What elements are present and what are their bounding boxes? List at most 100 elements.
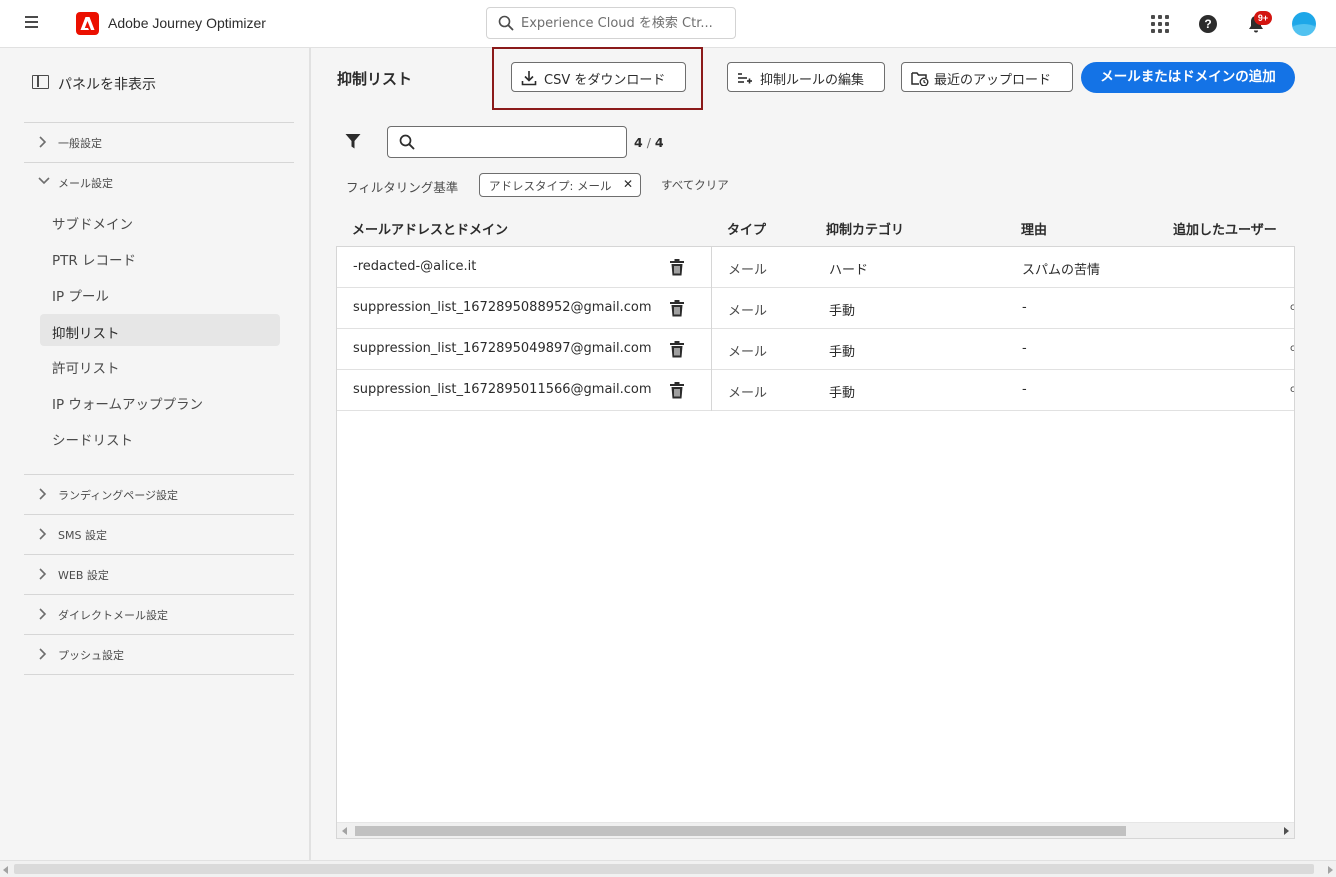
sidebar-item-ip-pool[interactable]: IP プール bbox=[40, 277, 280, 309]
email-cell: suppression_list_1672895088952@gmail.com bbox=[353, 300, 652, 315]
category-cell: ハード bbox=[829, 263, 869, 278]
filter-chip-address-type: アドレスタイプ: メール ✕ bbox=[479, 173, 641, 197]
page-horizontal-scrollbar[interactable] bbox=[0, 860, 1336, 877]
sidebar-item-ptr-record[interactable]: PTR レコード bbox=[40, 241, 280, 273]
filter-by-label: フィルタリング基準 bbox=[346, 180, 459, 195]
table-search[interactable] bbox=[387, 126, 627, 158]
add-email-or-domain-button[interactable]: メールまたはドメインの追加 bbox=[1081, 62, 1295, 93]
global-search-input[interactable] bbox=[521, 13, 726, 33]
sidebar-group-direct-mail[interactable]: ダイレクトメール設定 bbox=[24, 594, 294, 634]
edit-rules-button[interactable]: 抑制ルールの編集 bbox=[727, 62, 885, 92]
rules-icon bbox=[738, 73, 752, 84]
sidebar-group-label: WEB 設定 bbox=[58, 569, 109, 582]
divider bbox=[711, 288, 712, 329]
filter-chip-label: アドレスタイプ: メール bbox=[489, 179, 612, 193]
divider bbox=[711, 370, 712, 411]
chevron-right-icon bbox=[39, 648, 47, 660]
search-icon bbox=[399, 134, 415, 150]
global-search[interactable] bbox=[486, 7, 736, 39]
column-header-added-by[interactable]: 追加したユーザー bbox=[1173, 219, 1277, 238]
chevron-right-icon bbox=[39, 488, 47, 500]
reason-cell: - bbox=[1022, 300, 1027, 315]
reason-cell: - bbox=[1022, 382, 1027, 397]
hamburger-menu-icon[interactable] bbox=[25, 16, 39, 30]
table-row[interactable]: suppression_list_1672895088952@gmail.com… bbox=[337, 288, 1294, 329]
divider bbox=[24, 674, 294, 675]
divider bbox=[711, 329, 712, 370]
download-csv-button[interactable]: CSV をダウンロード bbox=[511, 62, 686, 92]
table-row[interactable]: -redacted-@alice.it メール ハード スパムの苦情 bbox=[337, 247, 1294, 288]
sidebar-group-email[interactable]: メール設定 bbox=[24, 162, 294, 202]
page-title: 抑制リスト bbox=[337, 70, 413, 88]
column-header-type[interactable]: タイプ bbox=[727, 219, 766, 238]
reason-cell: - bbox=[1022, 341, 1027, 356]
count-separator: / bbox=[646, 135, 651, 150]
scroll-left-arrow-icon[interactable] bbox=[3, 866, 8, 874]
app-title[interactable]: Adobe Journey Optimizer bbox=[108, 15, 266, 31]
category-cell: 手動 bbox=[829, 386, 856, 401]
column-header-email[interactable]: メールアドレスとドメイン bbox=[352, 219, 508, 238]
table-row[interactable]: suppression_list_1672895011566@gmail.com… bbox=[337, 370, 1294, 411]
chevron-right-icon bbox=[39, 568, 47, 580]
table-search-input[interactable] bbox=[422, 132, 618, 152]
sidebar-item-allow-list[interactable]: 許可リスト bbox=[40, 349, 280, 381]
suppression-table: -redacted-@alice.it メール ハード スパムの苦情 suppr… bbox=[336, 246, 1295, 839]
sidebar-group-sms[interactable]: SMS 設定 bbox=[24, 514, 294, 554]
sidebar-group-label: ランディングページ設定 bbox=[58, 489, 179, 502]
apps-grid-icon[interactable] bbox=[1151, 15, 1169, 33]
download-csv-label: CSV をダウンロード bbox=[544, 73, 666, 88]
sidebar-item-ip-warmup[interactable]: IP ウォームアッププラン bbox=[40, 385, 280, 417]
overflow-glyph: c bbox=[1290, 384, 1295, 395]
trash-icon[interactable] bbox=[669, 300, 685, 317]
result-count: 4 / 4 bbox=[634, 135, 664, 150]
close-icon[interactable]: ✕ bbox=[623, 177, 633, 191]
recent-uploads-label: 最近のアップロード bbox=[934, 73, 1052, 88]
recent-uploads-button[interactable]: 最近のアップロード bbox=[901, 62, 1073, 92]
chevron-right-icon bbox=[39, 528, 47, 540]
column-header-category[interactable]: 抑制カテゴリ bbox=[826, 219, 904, 238]
sidebar-item-seed-list[interactable]: シードリスト bbox=[40, 421, 280, 453]
adobe-logo-icon[interactable] bbox=[76, 12, 99, 35]
overflow-glyph: c bbox=[1290, 302, 1295, 313]
sidebar-item-label: IP ウォームアッププラン bbox=[52, 397, 204, 413]
type-cell: メール bbox=[728, 304, 768, 319]
search-icon bbox=[498, 15, 514, 31]
scroll-left-arrow-icon[interactable] bbox=[342, 827, 347, 835]
hide-panel-label: パネルを非表示 bbox=[58, 77, 156, 93]
scrollbar-thumb[interactable] bbox=[14, 864, 1314, 874]
sidebar-group-label: プッシュ設定 bbox=[58, 649, 124, 662]
filter-icon[interactable] bbox=[345, 133, 361, 150]
table-row[interactable]: suppression_list_1672895049897@gmail.com… bbox=[337, 329, 1294, 370]
sidebar-item-label: サブドメイン bbox=[52, 217, 133, 233]
panel-icon bbox=[32, 75, 49, 89]
sidebar-item-subdomain[interactable]: サブドメイン bbox=[40, 205, 280, 237]
sidebar-group-landing-page[interactable]: ランディングページ設定 bbox=[24, 474, 294, 514]
scroll-right-arrow-icon[interactable] bbox=[1328, 866, 1333, 874]
edit-rules-label: 抑制ルールの編集 bbox=[760, 73, 865, 88]
top-header: Adobe Journey Optimizer ? 9+ bbox=[0, 0, 1336, 48]
type-cell: メール bbox=[728, 345, 768, 360]
trash-icon[interactable] bbox=[669, 259, 685, 276]
avatar[interactable] bbox=[1292, 12, 1316, 36]
overflow-glyph: c bbox=[1290, 343, 1295, 354]
scrollbar-thumb[interactable] bbox=[355, 826, 1126, 836]
scroll-right-arrow-icon[interactable] bbox=[1284, 827, 1289, 835]
sidebar-item-suppression-list[interactable]: 抑制リスト bbox=[40, 314, 280, 346]
trash-icon[interactable] bbox=[669, 382, 685, 399]
sidebar-item-label: シードリスト bbox=[52, 433, 133, 449]
sidebar-group-label: 一般設定 bbox=[58, 137, 102, 150]
type-cell: メール bbox=[728, 263, 768, 278]
email-cell: suppression_list_1672895011566@gmail.com bbox=[353, 382, 652, 397]
sidebar-group-general[interactable]: 一般設定 bbox=[24, 122, 294, 162]
column-header-reason[interactable]: 理由 bbox=[1021, 219, 1047, 238]
table-horizontal-scrollbar[interactable] bbox=[337, 822, 1294, 838]
email-cell: -redacted-@alice.it bbox=[353, 259, 477, 274]
sidebar-group-push[interactable]: プッシュ設定 bbox=[24, 634, 294, 674]
download-icon bbox=[521, 71, 537, 86]
sidebar-item-label: PTR レコード bbox=[52, 253, 137, 269]
trash-icon[interactable] bbox=[669, 341, 685, 358]
type-cell: メール bbox=[728, 386, 768, 401]
sidebar-group-web[interactable]: WEB 設定 bbox=[24, 554, 294, 594]
clear-all-link[interactable]: すべてクリア bbox=[661, 177, 729, 193]
help-icon[interactable]: ? bbox=[1199, 15, 1217, 33]
